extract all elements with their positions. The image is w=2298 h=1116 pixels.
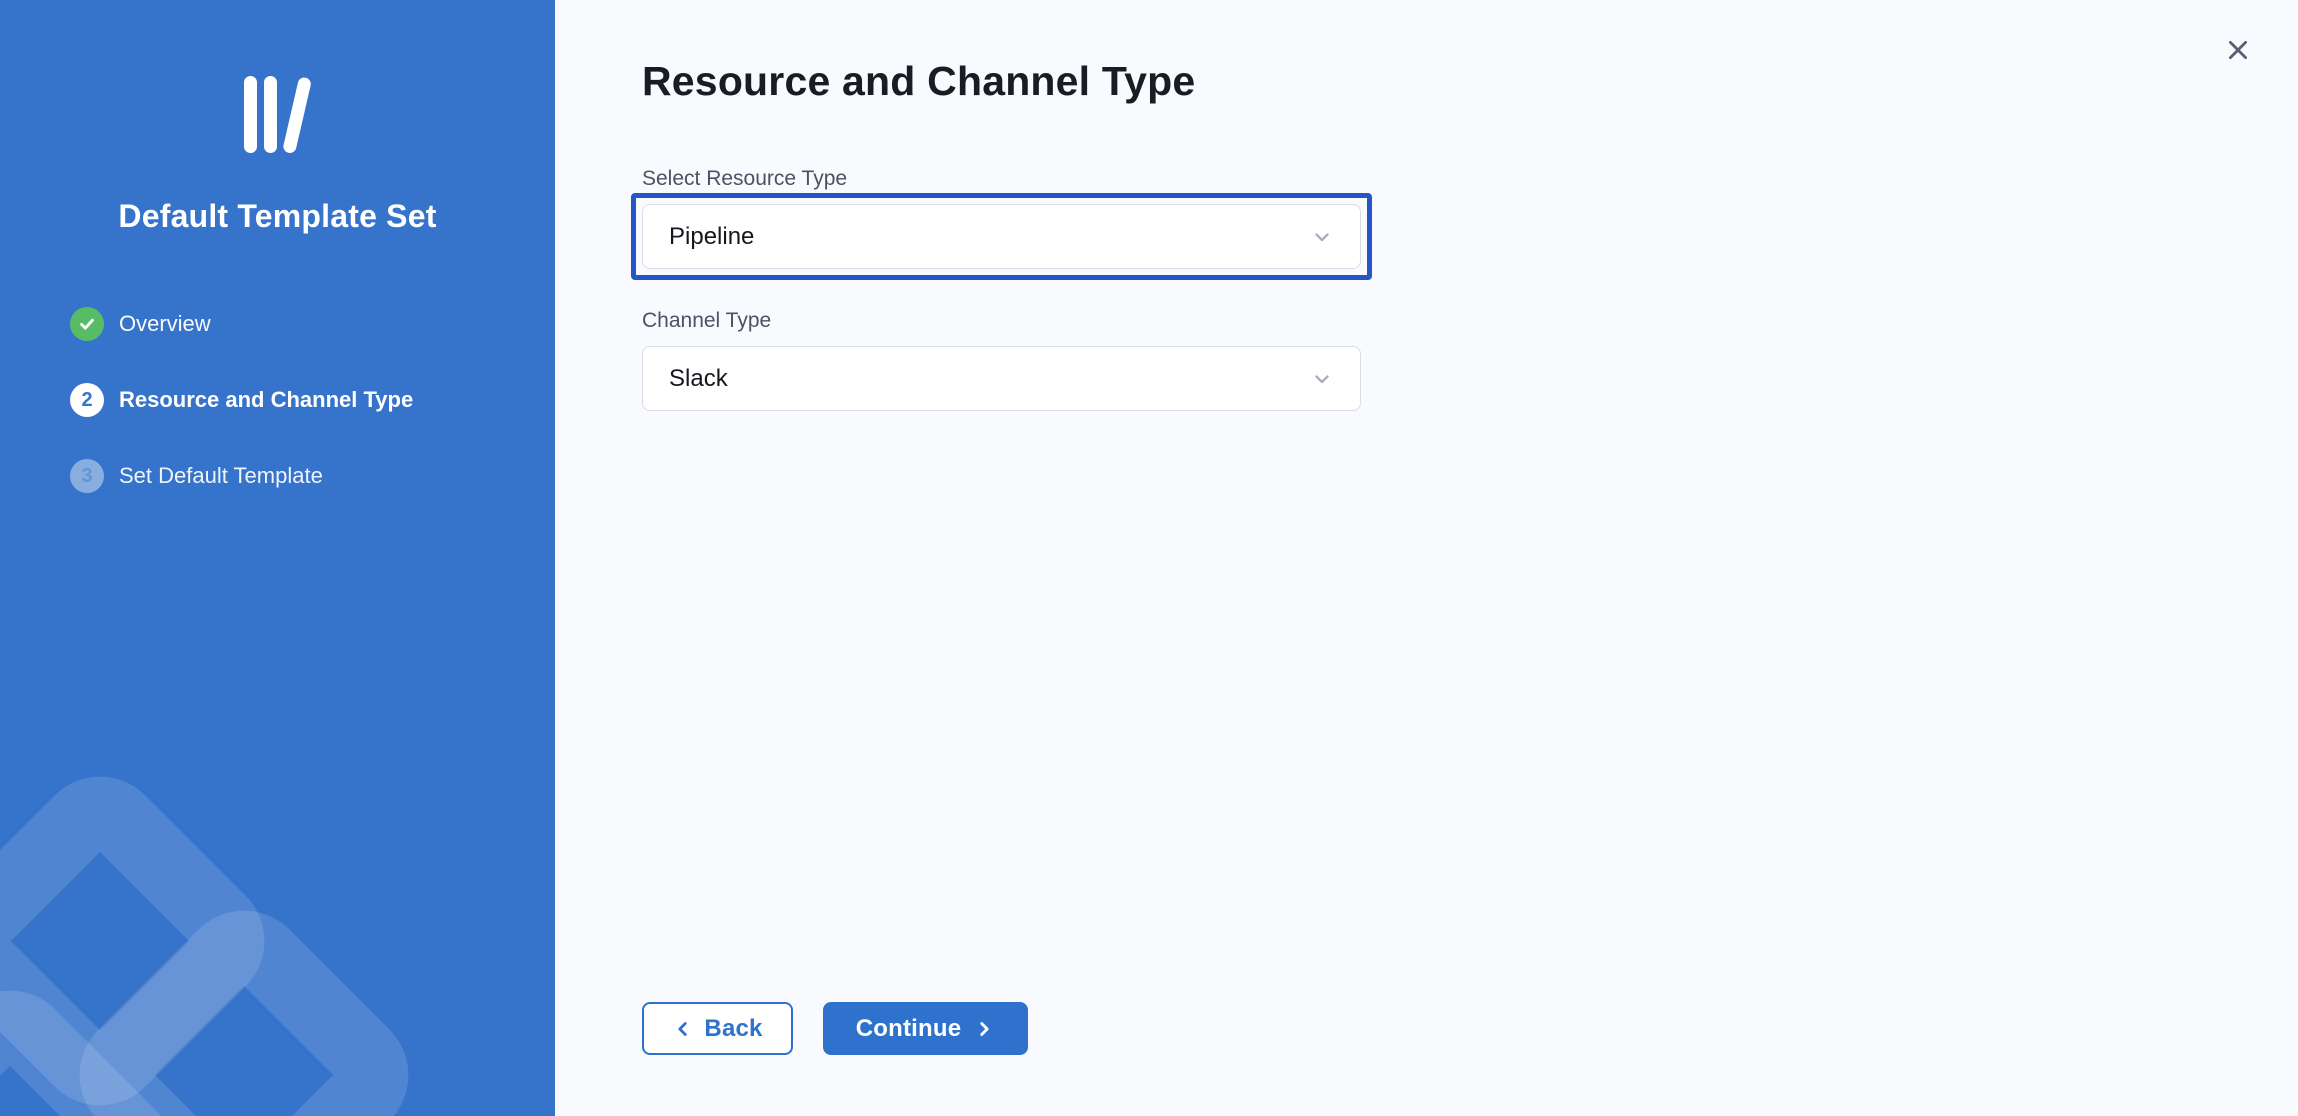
continue-button-label: Continue (856, 1015, 962, 1043)
sidebar-watermark-shape (53, 884, 435, 1116)
resource-type-label: Select Resource Type (642, 165, 2298, 193)
close-icon[interactable] (2218, 30, 2258, 70)
chevron-left-icon (672, 1018, 694, 1040)
step-label: Resource and Channel Type (119, 387, 413, 413)
step-overview[interactable]: Overview (70, 307, 555, 341)
step-resource-and-channel-type[interactable]: 2 Resource and Channel Type (70, 383, 555, 417)
channel-type-select-wrap: Slack (642, 346, 1361, 411)
channel-type-select[interactable]: Slack (642, 346, 1361, 411)
chevron-down-icon (1310, 367, 1334, 391)
step-set-default-template[interactable]: 3 Set Default Template (70, 459, 555, 493)
step-label: Overview (119, 311, 211, 337)
page-title: Resource and Channel Type (642, 58, 2298, 105)
resource-type-value: Pipeline (669, 223, 1310, 251)
steps-list: Overview 2 Resource and Channel Type 3 S… (0, 307, 555, 493)
resource-type-select[interactable]: Pipeline (642, 204, 1361, 269)
step-number-badge: 2 (70, 383, 104, 417)
library-logo-icon (242, 76, 314, 156)
continue-button[interactable]: Continue (823, 1002, 1028, 1055)
sidebar-watermark-shape (0, 964, 201, 1116)
wizard-title: Default Template Set (0, 198, 555, 235)
chevron-down-icon (1310, 225, 1334, 249)
resource-type-select-wrap: Pipeline (642, 204, 1361, 269)
step-label: Set Default Template (119, 463, 323, 489)
step-complete-check-icon (70, 307, 104, 341)
wizard-footer: Back Continue (642, 1002, 1028, 1055)
step-number-badge: 3 (70, 459, 104, 493)
back-button-label: Back (704, 1015, 762, 1043)
sidebar: Default Template Set Overview 2 Resource… (0, 0, 555, 1116)
wizard-modal: Default Template Set Overview 2 Resource… (0, 0, 2298, 1116)
channel-type-label: Channel Type (642, 307, 2298, 335)
sidebar-watermark-shape (0, 750, 291, 1116)
chevron-right-icon (973, 1018, 995, 1040)
main-panel: Resource and Channel Type Select Resourc… (555, 0, 2298, 1116)
channel-type-value: Slack (669, 365, 1310, 393)
back-button[interactable]: Back (642, 1002, 793, 1055)
